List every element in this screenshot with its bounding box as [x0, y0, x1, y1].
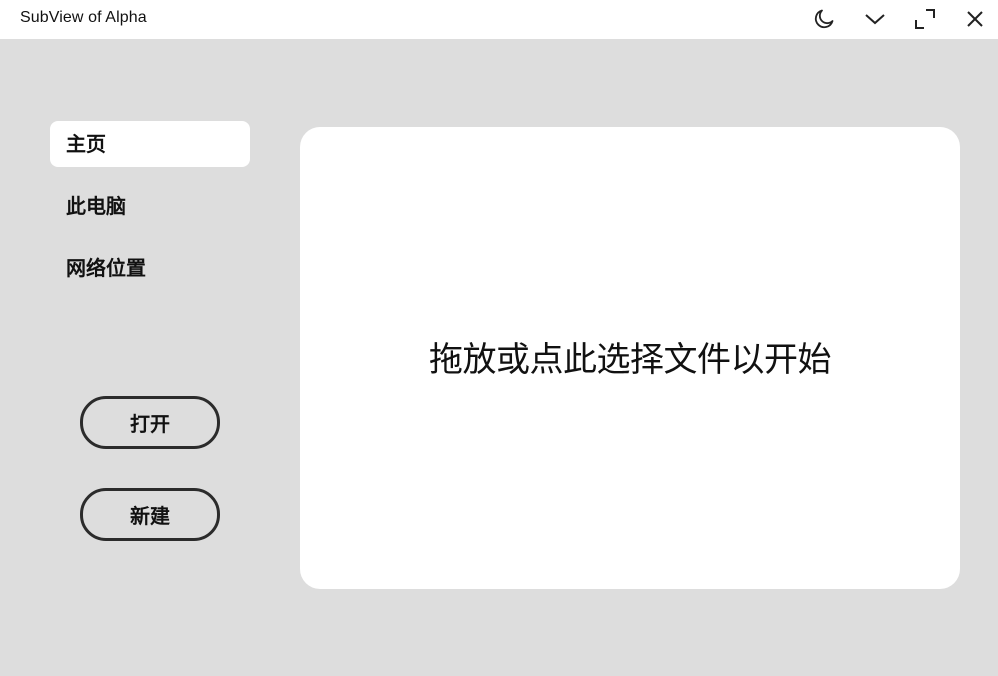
sidebar-item-network[interactable]: 网络位置 [50, 245, 250, 291]
sidebar-item-label: 此电脑 [66, 194, 126, 218]
new-button[interactable]: 新建 [80, 488, 220, 541]
maximize-button[interactable] [905, 2, 945, 36]
new-button-label: 新建 [130, 504, 170, 528]
sidebar-item-label: 主页 [66, 132, 106, 156]
app-window: SubView of Alpha 主页 此电脑 网络位置 打开 新建 拖放或点此… [0, 0, 998, 676]
chevron-down-icon [864, 12, 886, 26]
drop-prompt: 拖放或点此选择文件以开始 [429, 339, 832, 380]
maximize-icon [914, 8, 936, 30]
sidebar-item-home[interactable]: 主页 [50, 121, 250, 167]
sidebar-item-this-pc[interactable]: 此电脑 [50, 183, 250, 229]
close-button[interactable] [955, 2, 995, 36]
open-button-label: 打开 [130, 412, 170, 436]
file-drop-zone[interactable]: 拖放或点此选择文件以开始 [300, 127, 960, 589]
app-title: SubView of Alpha [20, 9, 147, 26]
menu-dropdown-button[interactable] [855, 2, 895, 36]
sidebar-item-label: 网络位置 [66, 256, 146, 280]
open-button[interactable]: 打开 [80, 396, 220, 449]
moon-icon [813, 8, 835, 30]
title-bar[interactable]: SubView of Alpha [0, 0, 998, 39]
theme-toggle-button[interactable] [804, 2, 844, 36]
close-icon [965, 9, 985, 29]
